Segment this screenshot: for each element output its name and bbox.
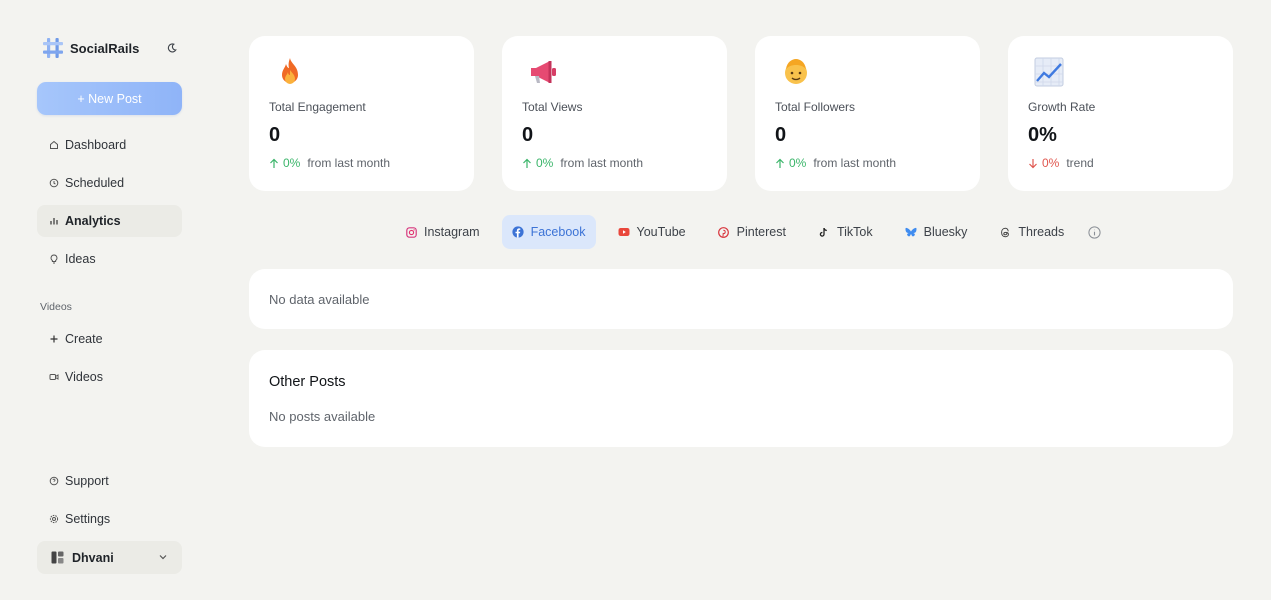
pinterest-icon [718,226,730,238]
user-menu[interactable]: Dhvani [37,541,182,574]
sidebar-item-analytics[interactable]: Analytics [37,205,182,237]
stat-delta: 0% from last month [269,156,390,170]
stat-delta-suffix: from last month [307,156,390,170]
stat-delta-suffix: from last month [813,156,896,170]
stat-card-engagement: Total Engagement 0 0% from last month [249,36,474,191]
threads-icon [999,226,1011,238]
user-name: Dhvani [72,551,114,565]
tab-pinterest[interactable]: Pinterest [708,215,796,249]
bluesky-icon [905,226,917,238]
analytics-data-panel: No data available [249,269,1233,329]
sidebar-item-label: Analytics [65,214,121,228]
sidebar-item-label: Ideas [65,252,96,266]
facebook-icon [512,226,524,238]
stat-delta: 0% from last month [775,156,896,170]
youtube-icon [618,226,630,238]
tab-label: Bluesky [924,225,968,239]
stat-card-views: Total Views 0 0% from last month [502,36,727,191]
sidebar-item-videos[interactable]: Videos [37,361,182,393]
stat-value: 0 [522,124,533,147]
instagram-icon [405,226,417,238]
stat-delta-suffix: trend [1066,156,1093,170]
sidebar-item-label: Videos [65,370,103,384]
arrow-up-icon [269,158,279,169]
chart-increasing-icon [1033,56,1065,88]
stat-value: 0% [1028,124,1057,147]
sidebar-item-label: Support [65,474,109,488]
lightbulb-icon [49,254,59,264]
other-posts-panel: Other Posts No posts available [249,350,1233,447]
stat-delta-percent: 0% [1042,156,1059,170]
arrow-down-icon [1028,158,1038,169]
tab-youtube[interactable]: YouTube [608,215,696,249]
fire-icon [274,56,306,88]
stat-delta-percent: 0% [536,156,553,170]
stat-value: 0 [269,124,280,147]
stat-label: Total Followers [775,100,855,114]
videos-section-label: Videos [40,301,72,313]
tab-bluesky[interactable]: Bluesky [895,215,978,249]
stat-label: Growth Rate [1028,100,1095,114]
tab-label: Facebook [531,225,586,239]
sidebar-item-create[interactable]: Create [37,323,182,355]
stat-delta: 0% trend [1028,156,1094,170]
tab-label: Instagram [424,225,480,239]
sidebar-item-settings[interactable]: Settings [37,503,182,535]
tab-facebook[interactable]: Facebook [502,215,596,249]
sidebar-item-scheduled[interactable]: Scheduled [37,167,182,199]
sidebar-item-ideas[interactable]: Ideas [37,243,182,275]
stat-value: 0 [775,124,786,147]
tab-label: TikTok [837,225,873,239]
stat-delta-suffix: from last month [560,156,643,170]
sidebar-item-label: Settings [65,512,110,526]
sidebar-item-dashboard[interactable]: Dashboard [37,129,182,161]
tab-label: YouTube [637,225,686,239]
stat-card-followers: Total Followers 0 0% from last month [755,36,980,191]
stat-label: Total Engagement [269,100,366,114]
tab-threads[interactable]: Threads [989,215,1074,249]
tab-label: Pinterest [737,225,786,239]
new-post-label: + New Post [77,92,141,106]
sidebar-item-label: Dashboard [65,138,126,152]
platform-tabs: Instagram Facebook YouTube Pinterest Tik… [395,215,1101,249]
sidebar-item-label: Scheduled [65,176,124,190]
stat-label: Total Views [522,100,582,114]
help-circle-icon [49,476,59,486]
no-data-message: No data available [269,292,369,307]
workspace-icon [51,551,64,564]
bar-chart-icon [49,216,59,226]
tab-label: Threads [1018,225,1064,239]
video-icon [49,372,59,382]
brand-logo-icon [42,37,64,59]
gear-icon [49,514,59,524]
stat-delta-percent: 0% [789,156,806,170]
chevron-down-icon [158,552,168,562]
stat-card-growth: Growth Rate 0% 0% trend [1008,36,1233,191]
brand-name: SocialRails [70,41,139,56]
other-posts-title: Other Posts [269,374,346,390]
home-icon [49,140,59,150]
sidebar-item-label: Create [65,332,103,346]
tab-tiktok[interactable]: TikTok [808,215,883,249]
stat-delta-percent: 0% [283,156,300,170]
person-face-icon [780,56,812,88]
no-posts-message: No posts available [269,409,375,424]
tiktok-icon [818,226,830,238]
tab-instagram[interactable]: Instagram [395,215,490,249]
sidebar-item-support[interactable]: Support [37,465,182,497]
arrow-up-icon [522,158,532,169]
stat-delta: 0% from last month [522,156,643,170]
info-icon[interactable] [1088,226,1101,239]
sidebar: SocialRails + New Post Dashboard Schedul… [0,0,220,600]
megaphone-icon [527,56,559,88]
theme-toggle-moon-icon[interactable] [166,42,178,54]
clock-icon [49,178,59,188]
plus-icon [49,334,59,344]
arrow-up-icon [775,158,785,169]
new-post-button[interactable]: + New Post [37,82,182,115]
